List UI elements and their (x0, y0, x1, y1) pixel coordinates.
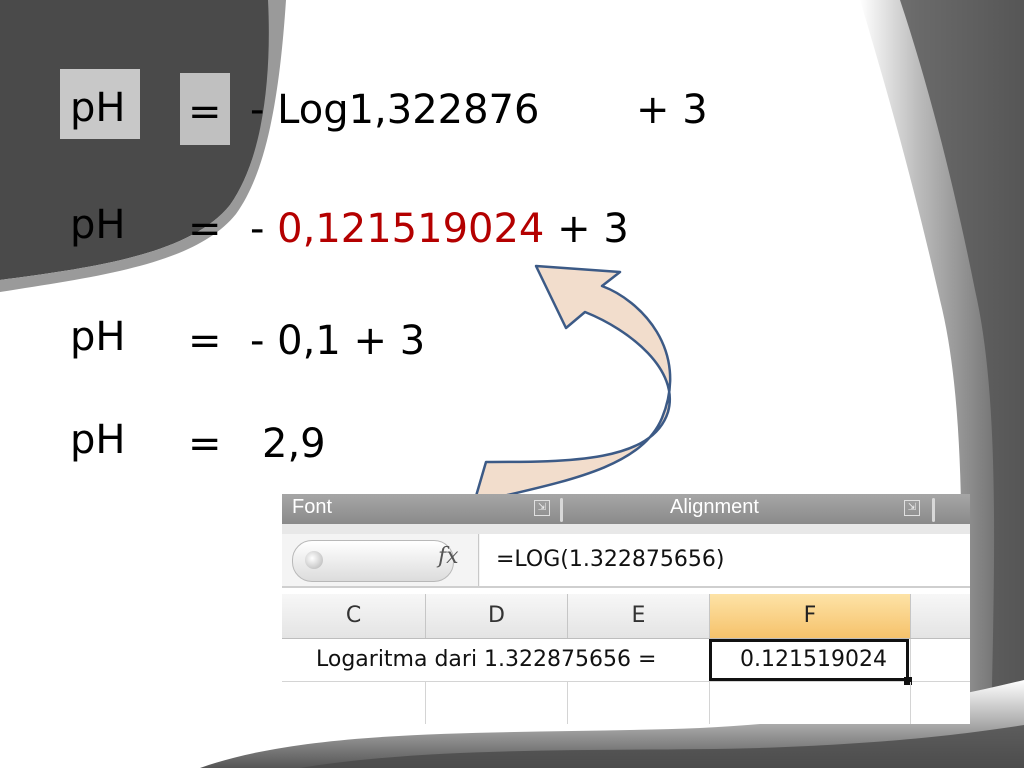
cell-result-value[interactable]: 0.121519024 (740, 639, 887, 681)
equation-term: + 3 (544, 206, 629, 252)
column-header-d[interactable]: D (426, 594, 568, 638)
ph-label: pH (70, 85, 126, 131)
ribbon-group-alignment[interactable]: Alignment (670, 496, 759, 519)
column-header-f[interactable]: F (710, 594, 911, 638)
formula-input[interactable]: =LOG(1.322875656) (480, 534, 970, 586)
ph-label: pH (70, 202, 126, 248)
formula-bar: fx =LOG(1.322875656) (282, 534, 970, 588)
ribbon-group-bar: Font ⇲ Alignment ⇲ (282, 494, 970, 524)
fx-icon[interactable]: fx (438, 544, 459, 569)
cell-gridline (910, 682, 911, 724)
cell-gridline (567, 682, 568, 724)
equals-sign: = (188, 318, 222, 364)
column-header-blank[interactable] (911, 594, 970, 638)
equation-term: 2,9 (262, 421, 326, 467)
ph-label: pH (70, 314, 126, 360)
ribbon-separator (560, 498, 563, 522)
column-headers: C D E F (282, 594, 970, 639)
equation-row-1: pH = - Log1,322876 + 3 (0, 88, 1024, 148)
equation-row-4: pH = 2,9 (0, 420, 1024, 480)
equation-row-2: pH = - 0,121519024 + 3 (0, 205, 1024, 265)
ribbon-bottom-edge (282, 524, 970, 534)
equation-term: - (250, 206, 278, 252)
equals-sign: = (188, 89, 222, 135)
dialog-launcher-icon[interactable]: ⇲ (904, 500, 920, 516)
equation-term: - Log1,322876 (250, 87, 540, 133)
ribbon-separator (932, 498, 935, 522)
column-header-e[interactable]: E (568, 594, 710, 638)
cell-label-text[interactable]: Logaritma dari 1.322875656 = (316, 639, 656, 681)
name-box[interactable] (292, 540, 454, 582)
ph-label: pH (70, 417, 126, 463)
formula-bar-divider (478, 534, 479, 586)
cell-gridline (709, 682, 710, 724)
excel-screenshot: Font ⇲ Alignment ⇲ fx =LOG(1.322875656) … (282, 494, 970, 724)
equation-row-3: pH = - 0,1 + 3 (0, 317, 1024, 377)
column-header-c[interactable]: C (282, 594, 426, 638)
equals-sign: = (188, 421, 222, 467)
equation-term: - 0,1 + 3 (250, 318, 426, 364)
log-result-highlight: 0,121519024 (277, 206, 545, 252)
ribbon-group-font[interactable]: Font (292, 496, 332, 519)
cell-gridline (910, 639, 911, 681)
dialog-launcher-icon[interactable]: ⇲ (534, 500, 550, 516)
equation-term: + 3 (636, 87, 708, 133)
table-row (282, 682, 970, 724)
equation-rhs: - 0,121519024 + 3 (250, 209, 629, 249)
equals-sign: = (188, 206, 222, 252)
cell-gridline (425, 682, 426, 724)
name-box-knob-icon (305, 551, 323, 569)
